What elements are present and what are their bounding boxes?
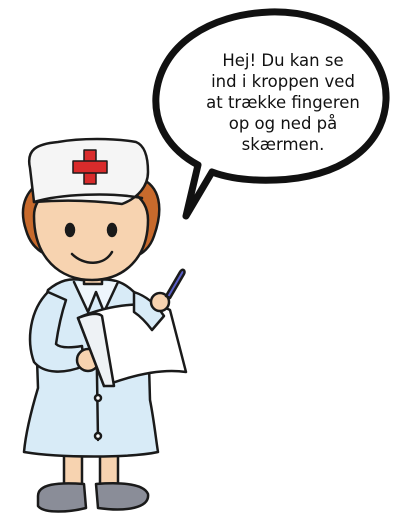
pen-icon — [164, 268, 186, 300]
uniform-button — [93, 393, 103, 403]
left-shoe-icon — [36, 482, 88, 513]
speech-line: ind i kroppen ved — [211, 72, 355, 91]
uniform-button — [93, 431, 103, 441]
speech-line: Hej! Du kan se — [222, 51, 344, 70]
speech-text: Hej! Du kan se ind i kroppen ved at træk… — [188, 50, 378, 155]
right-eye — [106, 222, 118, 238]
right-shoe-icon — [94, 482, 150, 511]
speech-line: skærmen. — [241, 135, 325, 154]
left-eye — [64, 222, 76, 238]
nurse-character-icon — [21, 137, 188, 513]
speech-line: op og ned på — [228, 114, 338, 133]
speech-line: at trække fingeren — [206, 93, 360, 112]
